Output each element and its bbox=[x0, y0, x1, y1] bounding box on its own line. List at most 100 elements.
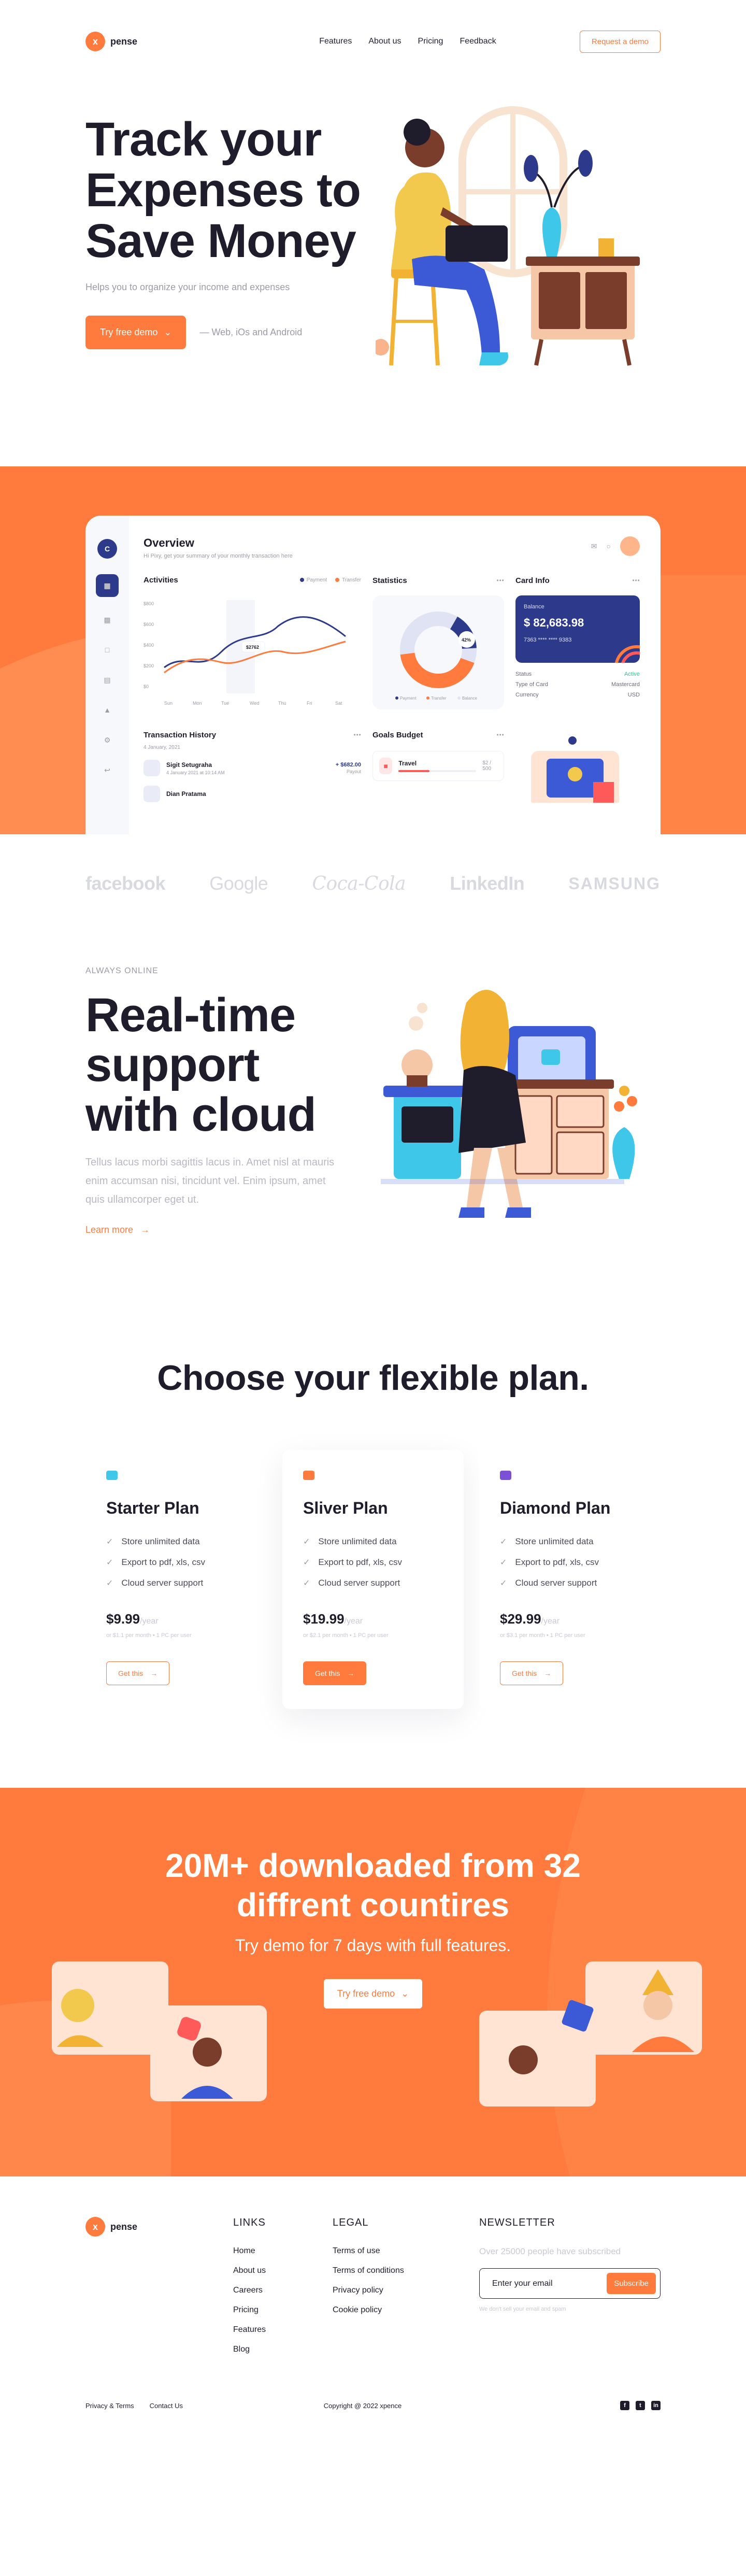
footer-link-features[interactable]: Features bbox=[233, 2325, 333, 2335]
plan-feature-text: Export to pdf, xls, csv bbox=[318, 1557, 402, 1567]
get-diamond-button[interactable]: Get this → bbox=[500, 1661, 564, 1685]
get-starter-button[interactable]: Get this → bbox=[106, 1661, 170, 1685]
support-title-line: Real-time bbox=[85, 989, 296, 1042]
subscribe-button[interactable]: Subscribe bbox=[607, 2273, 656, 2294]
activities-title: Activities bbox=[144, 576, 178, 585]
footer-link-pricing[interactable]: Pricing bbox=[233, 2305, 333, 2315]
check-icon: ✓ bbox=[106, 1558, 113, 1567]
arrow-right-icon: → bbox=[347, 1669, 355, 1677]
card-arc-icon bbox=[614, 645, 640, 663]
plan-feature: ✓ Cloud server support bbox=[106, 1578, 246, 1588]
facebook-icon[interactable]: f bbox=[620, 2401, 629, 2410]
activities-panel: Activities Payment Transfer $800 $600 $4… bbox=[144, 576, 361, 709]
site-footer: x pense LINKS Home About us Careers Pric… bbox=[0, 2176, 746, 2421]
card-currency-row: Currency USD bbox=[515, 692, 640, 698]
plan-feature: ✓ Store unlimited data bbox=[500, 1536, 640, 1547]
chevron-down-icon: ⌄ bbox=[164, 327, 172, 337]
y-tick: $800 bbox=[144, 601, 154, 606]
nav-pricing[interactable]: Pricing bbox=[418, 37, 443, 46]
footer-newsletter-title: NEWSLETTER bbox=[479, 2217, 555, 2228]
plan-feature-text: Export to pdf, xls, csv bbox=[121, 1557, 205, 1567]
plan-note: or $2.1 per month • 1 PC per user bbox=[303, 1632, 389, 1639]
card-row-key: Status bbox=[515, 671, 532, 677]
cta-title: 20M+ downloaded from 32 diffrent countir… bbox=[0, 1788, 746, 1925]
support-eyebrow: ALWAYS ONLINE bbox=[85, 966, 159, 975]
dashboard-sidebar: C ▦ ▩ □ ▤ ▲ ⚙ ↩ bbox=[85, 516, 129, 834]
logo-text: pense bbox=[110, 2221, 138, 2232]
check-icon: ✓ bbox=[500, 1558, 507, 1567]
plan-feature-text: Cloud server support bbox=[318, 1578, 400, 1588]
twitter-icon[interactable]: t bbox=[636, 2401, 645, 2410]
footer-link-terms-of-conditions[interactable]: Terms of conditions bbox=[333, 2266, 479, 2275]
bank-icon[interactable]: ▲ bbox=[100, 703, 114, 717]
plan-price-value: $29.99 bbox=[500, 1611, 541, 1627]
logo[interactable]: x pense bbox=[85, 32, 137, 51]
learn-more-link[interactable]: Learn more → bbox=[85, 1225, 150, 1235]
plan-price-period: /year bbox=[541, 1617, 560, 1626]
footer-link-home[interactable]: Home bbox=[233, 2246, 333, 2256]
goals-budget-panel: Goals Budget ⋯ ■ Travel $2 / 500 bbox=[372, 730, 504, 805]
transaction-status: Payout bbox=[346, 769, 361, 774]
arrow-right-icon: → bbox=[140, 1225, 150, 1235]
check-icon: ✓ bbox=[303, 1558, 310, 1567]
try-free-demo-button[interactable]: Try free demo ⌄ bbox=[85, 316, 187, 349]
more-icon[interactable]: ⋯ bbox=[496, 576, 504, 585]
nav-feedback[interactable]: Feedback bbox=[460, 37, 496, 46]
goal-item[interactable]: ■ Travel $2 / 500 bbox=[372, 751, 504, 781]
wallet-icon[interactable]: □ bbox=[100, 643, 114, 657]
newsletter-form: Enter your email Subscribe bbox=[479, 2268, 661, 2299]
cta-try-free-demo-button[interactable]: Try free demo ⌄ bbox=[323, 1979, 423, 2009]
table-row[interactable]: Dian Pratama bbox=[144, 786, 361, 802]
pricing-section: Choose your flexible plan. Starter Plan … bbox=[0, 1321, 746, 1788]
email-field[interactable]: Enter your email bbox=[492, 2279, 553, 2288]
cta-button-label: Try free demo bbox=[337, 1988, 395, 1999]
bell-icon[interactable]: ○ bbox=[607, 542, 611, 550]
credit-card[interactable]: Balance $ 82,683.98 7363 **** **** 9383 bbox=[515, 595, 640, 663]
stat-legend: Payment bbox=[400, 696, 417, 701]
card-info-panel: Card Info ⋯ Balance $ 82,683.98 7363 ***… bbox=[515, 576, 640, 709]
logout-icon[interactable]: ↩ bbox=[100, 763, 114, 777]
support-body: Tellus lacus morbi sagittis lacus in. Am… bbox=[85, 1157, 335, 1205]
woman-with-laptop-illustration bbox=[372, 106, 640, 366]
more-icon[interactable]: ⋯ bbox=[496, 730, 504, 739]
table-row[interactable]: Sigit Setugraha 4 January 2021 at 10:14 … bbox=[144, 760, 361, 776]
gear-icon[interactable]: ⚙ bbox=[100, 733, 114, 747]
stat-legend: Transfer bbox=[431, 696, 447, 701]
footer-link-cookie-policy[interactable]: Cookie policy bbox=[333, 2305, 479, 2315]
bar-chart-icon[interactable]: ▩ bbox=[100, 613, 114, 627]
check-icon: ✓ bbox=[106, 1538, 113, 1546]
footer-link-about[interactable]: About us bbox=[233, 2266, 333, 2275]
footer-link-blog[interactable]: Blog bbox=[233, 2345, 333, 2354]
linkedin-icon[interactable]: in bbox=[651, 2401, 661, 2410]
card-row-value: Mastercard bbox=[611, 681, 640, 688]
check-icon: ✓ bbox=[303, 1538, 310, 1546]
support-title-line: with cloud bbox=[85, 1088, 317, 1141]
nav-about-us[interactable]: About us bbox=[368, 37, 401, 46]
avatar[interactable] bbox=[620, 536, 640, 556]
request-demo-button[interactable]: Request a demo bbox=[579, 30, 661, 53]
plans-list: Starter Plan ✓ Store unlimited data ✓ Expo… bbox=[85, 1450, 661, 1709]
grid-icon[interactable]: ▦ bbox=[96, 574, 119, 597]
plan-name: Sliver Plan bbox=[303, 1499, 388, 1517]
more-icon[interactable]: ⋯ bbox=[353, 730, 361, 739]
footer-link-terms-of-use[interactable]: Terms of use bbox=[333, 2246, 479, 2256]
more-icon[interactable]: ⋯ bbox=[632, 576, 640, 585]
plan-name: Diamond Plan bbox=[500, 1499, 611, 1517]
transaction-history-panel: Transaction History ⋯ 4 January, 2021 Si… bbox=[144, 730, 361, 805]
support-illustration bbox=[376, 966, 661, 1249]
hero-title: Track your Expenses to Save Money bbox=[85, 114, 376, 266]
get-this-label: Get this bbox=[315, 1669, 340, 1677]
plan-feature: ✓ Store unlimited data bbox=[303, 1536, 443, 1547]
footer-link-privacy-policy[interactable]: Privacy policy bbox=[333, 2286, 479, 2295]
plan-feature: ✓ Cloud server support bbox=[500, 1578, 640, 1588]
document-icon[interactable]: ▤ bbox=[100, 673, 114, 687]
nav-features[interactable]: Features bbox=[319, 37, 352, 46]
footer-logo[interactable]: x pense bbox=[85, 2217, 233, 2237]
plan-feature-text: Cloud server support bbox=[121, 1578, 204, 1588]
contact-us-link[interactable]: Contact Us bbox=[150, 2402, 183, 2410]
mail-icon[interactable]: ✉ bbox=[591, 542, 597, 551]
privacy-terms-link[interactable]: Privacy & Terms bbox=[85, 2402, 134, 2410]
plan-price-value: $9.99 bbox=[106, 1611, 140, 1627]
get-sliver-button[interactable]: Get this → bbox=[303, 1661, 367, 1685]
footer-link-careers[interactable]: Careers bbox=[233, 2286, 333, 2295]
